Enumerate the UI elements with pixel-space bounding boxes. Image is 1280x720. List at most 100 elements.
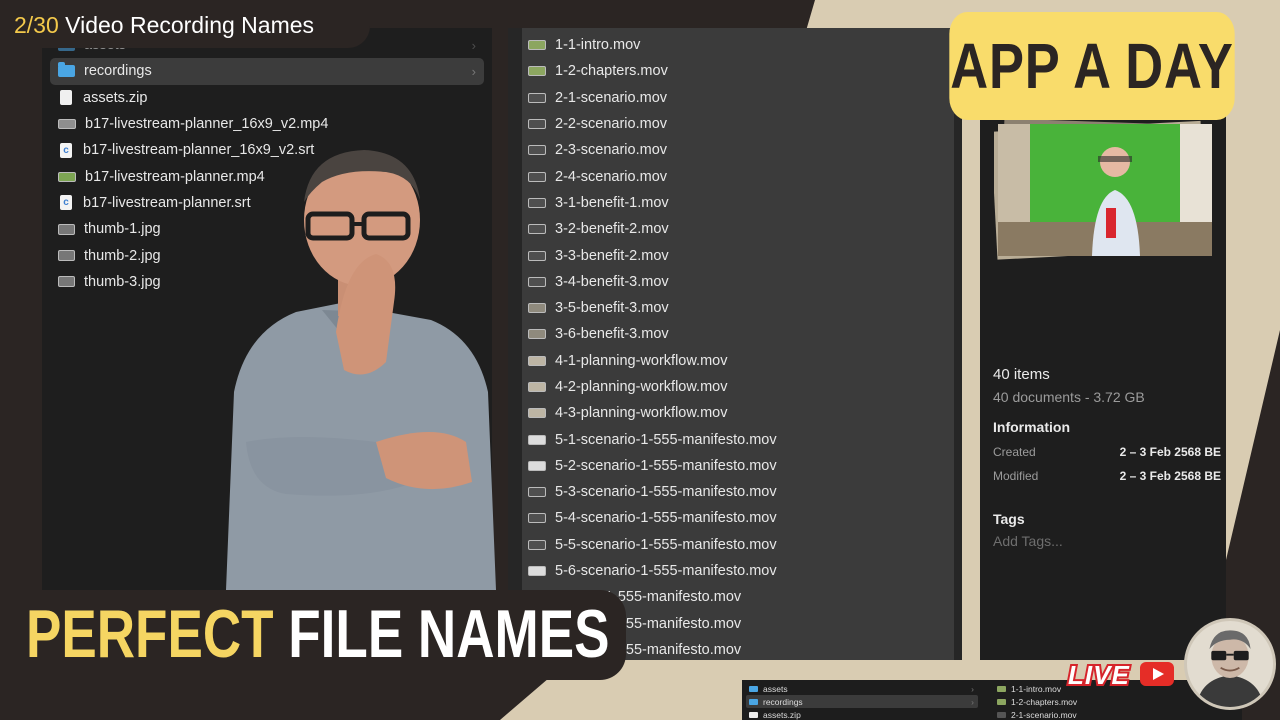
srt-file-icon: c <box>60 142 72 158</box>
item-label: recordings <box>84 63 152 80</box>
created-value: 2 – 3 Feb 2568 BE <box>1119 445 1221 459</box>
mini-left-column: assets › recordings › assets.zip <box>746 682 978 720</box>
item-label: 5-6-scenario-1-555-manifesto.mov <box>555 563 777 580</box>
item-label: 3-6-benefit-3.mov <box>555 326 669 343</box>
video-file-icon <box>997 698 1006 705</box>
list-item[interactable]: 5-2-scenario-1-555-manifesto.mov <box>528 453 948 479</box>
live-text: LIVE <box>1066 658 1131 692</box>
list-item[interactable]: 5-3-scenario-1-555-manifesto.mov <box>528 479 948 505</box>
live-badge: LIVE <box>1066 658 1180 692</box>
video-thumbnail-preview <box>994 120 1212 260</box>
finder-preview-pane: 40 items 40 documents - 3.72 GB Informat… <box>980 110 1226 660</box>
episode-header: 2/30 Video Recording Names <box>14 12 314 39</box>
video-file-icon <box>58 171 76 182</box>
item-label: 1-2-chapters.mov <box>1011 696 1078 707</box>
chevron-right-icon: › <box>471 37 476 53</box>
add-tags-field[interactable]: Add Tags... <box>993 533 1221 549</box>
video-file-icon <box>528 303 546 314</box>
list-item[interactable]: 2-4-scenario.mov <box>528 163 948 189</box>
zip-file-icon <box>60 90 72 106</box>
video-file-icon <box>528 40 546 51</box>
srt-file-icon: c <box>60 195 72 211</box>
mini-list-item[interactable]: recordings › <box>746 695 978 708</box>
video-file-icon <box>528 566 546 577</box>
list-item[interactable]: 3-2-benefit-2.mov <box>528 216 948 242</box>
video-file-icon <box>528 355 546 366</box>
video-file-icon <box>528 434 546 445</box>
video-file-icon <box>528 487 546 498</box>
item-label: 5-2-scenario-1-555-manifesto.mov <box>555 457 777 474</box>
headline-word-2: FILE NAMES <box>288 596 610 672</box>
list-item[interactable]: 5-1-scenario-1-555-manifesto.mov <box>528 426 948 452</box>
chevron-right-icon: › <box>471 63 476 79</box>
item-label: assets.zip <box>83 89 148 106</box>
item-label: 2-1-scenario.mov <box>555 89 668 106</box>
item-label: recordings <box>763 696 803 707</box>
item-label: 2-3-scenario.mov <box>555 142 668 159</box>
list-item[interactable]: assets.zip <box>50 85 484 111</box>
app-a-day-badge: APP A DAY <box>949 12 1235 120</box>
list-item[interactable]: b17-livestream-planner_16x9_v2.mp4 <box>50 111 484 137</box>
chevron-right-icon: › <box>971 683 974 694</box>
item-label: 2-2-scenario.mov <box>555 116 668 133</box>
list-item[interactable]: 3-1-benefit-1.mov <box>528 190 948 216</box>
item-label: assets.zip <box>763 709 801 720</box>
info-panel: 40 items 40 documents - 3.72 GB Informat… <box>993 366 1221 549</box>
list-item[interactable]: 4-3-planning-workflow.mov <box>528 400 948 426</box>
list-item[interactable]: 5-4-scenario-1-555-manifesto.mov <box>528 505 948 531</box>
image-file-icon <box>58 223 75 235</box>
headline: PERFECT FILE NAMES <box>26 595 609 673</box>
video-file-icon <box>528 250 546 261</box>
list-item[interactable]: 3-5-benefit-3.mov <box>528 295 948 321</box>
list-item[interactable]: 2-3-scenario.mov <box>528 137 948 163</box>
video-file-icon <box>58 119 76 130</box>
video-file-icon <box>528 145 546 156</box>
item-label: 3-5-benefit-3.mov <box>555 300 669 317</box>
video-file-icon <box>997 711 1006 718</box>
item-label: 3-3-benefit-2.mov <box>555 247 669 264</box>
mini-list-item[interactable]: assets.zip <box>746 708 978 720</box>
list-item[interactable]: 3-3-benefit-2.mov <box>528 242 948 268</box>
list-item[interactable]: 4-1-planning-workflow.mov <box>528 348 948 374</box>
mini-list-item[interactable]: 2-1-scenario.mov <box>994 708 1234 720</box>
item-label: assets <box>763 683 788 694</box>
item-label: 4-2-planning-workflow.mov <box>555 379 728 395</box>
list-item[interactable]: 2-1-scenario.mov <box>528 85 948 111</box>
video-file-icon <box>528 276 546 287</box>
folder-icon <box>749 698 758 705</box>
image-file-icon <box>58 250 75 262</box>
item-label: 4-3-planning-workflow.mov <box>555 405 728 422</box>
youtube-play-icon <box>1140 662 1174 686</box>
created-label: Created <box>993 445 1036 459</box>
list-item-recordings[interactable]: recordings › <box>50 58 484 85</box>
video-file-icon <box>528 92 546 103</box>
video-file-icon <box>528 224 546 235</box>
recordings-file-list: 1-1-intro.mov 1-2-chapters.mov 2-1-scena… <box>528 32 948 660</box>
item-label: 2-1-scenario.mov <box>1011 709 1077 720</box>
presenter-photo <box>226 150 496 590</box>
list-item[interactable]: 1-1-intro.mov <box>528 32 948 58</box>
video-file-icon <box>528 539 546 550</box>
list-item[interactable]: 2-2-scenario.mov <box>528 111 948 137</box>
item-label: 1-2-chapters.mov <box>555 63 668 80</box>
headline-word-1: PERFECT <box>26 596 274 672</box>
mini-list-item[interactable]: assets › <box>746 682 978 695</box>
list-item[interactable]: 4-2-planning-workflow.mov <box>528 374 948 400</box>
list-item[interactable]: 5-5-scenario-1-555-manifesto.mov <box>528 532 948 558</box>
item-label: 4-1-planning-workflow.mov <box>555 352 728 369</box>
list-item[interactable]: 5-6-scenario-1-555-manifesto.mov <box>528 558 948 584</box>
information-header: Information <box>993 419 1070 435</box>
list-item[interactable]: 3-6-benefit-3.mov <box>528 321 948 347</box>
modified-value: 2 – 3 Feb 2568 BE <box>1119 469 1221 483</box>
list-item[interactable]: 3-4-benefit-3.mov <box>528 269 948 295</box>
item-label: 1-1-intro.mov <box>555 37 641 54</box>
modified-label: Modified <box>993 469 1039 483</box>
finder-recordings-column: 1-1-intro.mov 1-2-chapters.mov 2-1-scena… <box>508 28 962 660</box>
video-file-icon <box>528 408 546 419</box>
image-file-icon <box>58 276 75 288</box>
zip-file-icon <box>749 711 758 718</box>
list-item[interactable]: 1-2-chapters.mov <box>528 58 948 84</box>
folder-icon <box>58 62 75 78</box>
chevron-right-icon: › <box>971 696 974 707</box>
video-file-icon <box>528 119 546 130</box>
